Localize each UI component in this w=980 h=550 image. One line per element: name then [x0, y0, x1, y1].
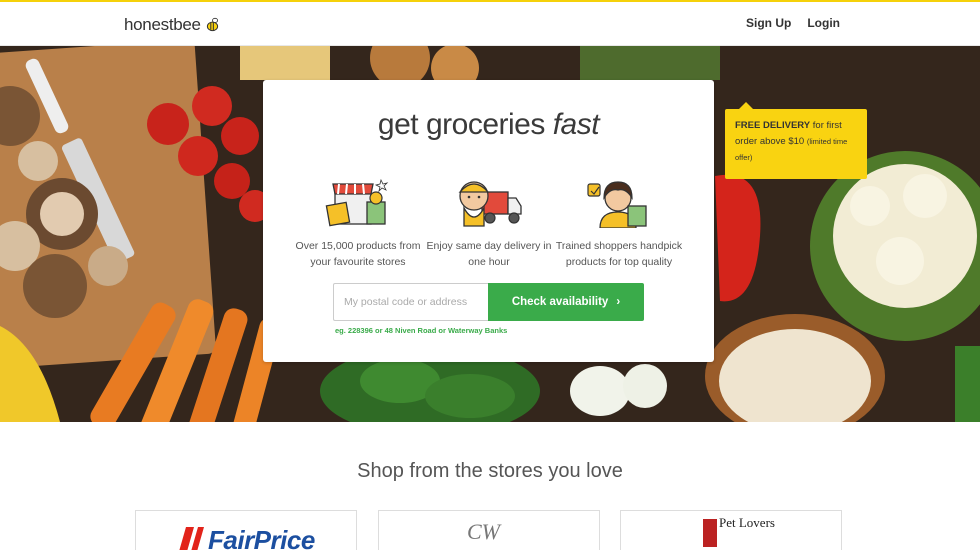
- headline-main: get groceries: [377, 108, 545, 141]
- store-name-cw: CW: [467, 519, 500, 544]
- header-nav: Sign Up Login: [746, 16, 840, 30]
- stores-heading: Shop from the stores you love: [357, 460, 623, 482]
- logo[interactable]: honestbee: [124, 15, 221, 35]
- check-availability-button[interactable]: Check availability ›: [488, 283, 644, 321]
- store-icon: [325, 178, 389, 227]
- postal-hint: eg. 228396 or 48 Niven Road or Waterway …: [335, 326, 508, 335]
- feature-products: Over 15,000 products from your favourite…: [293, 176, 423, 270]
- store-name-petlovers: Pet Lovers: [719, 515, 775, 530]
- bee-icon: [206, 17, 218, 31]
- feature-text: Trained shoppers handpick products for t…: [555, 240, 683, 268]
- login-link[interactable]: Login: [807, 16, 840, 30]
- feature-text: Enjoy same day delivery in one hour: [426, 240, 552, 268]
- store-card-petlovers[interactable]: Pet Lovers: [620, 510, 842, 550]
- headline-emphasis: fast: [552, 108, 600, 141]
- postal-code-input[interactable]: [333, 283, 488, 321]
- chevron-right-icon: ›: [616, 296, 621, 308]
- promo-title: FREE DELIVERY: [735, 120, 811, 131]
- store-card-cw[interactable]: CW: [378, 510, 600, 550]
- signup-card: get groceries fast Over 15,000 products …: [263, 80, 714, 362]
- signup-link[interactable]: Sign Up: [746, 16, 791, 30]
- feature-delivery: Enjoy same day delivery in one hour: [424, 176, 554, 270]
- check-availability-label: Check availability: [511, 296, 609, 308]
- free-delivery-banner: FREE DELIVERY for first order above $10 …: [725, 102, 867, 179]
- shopper-icon: [587, 181, 647, 228]
- logo-text: honestbee: [124, 15, 201, 34]
- page-title: get groceries fast: [263, 108, 714, 142]
- petlovers-logo-mark: [703, 519, 717, 547]
- delivery-truck-icon: [458, 181, 522, 227]
- feature-shoppers: Trained shoppers handpick products for t…: [554, 176, 684, 270]
- fairprice-logo: [179, 527, 204, 550]
- site-header: honestbee Sign Up Login: [0, 2, 980, 46]
- store-name-fairprice: FairPrice: [208, 525, 315, 550]
- store-card-fairprice[interactable]: FairPrice: [135, 510, 357, 550]
- feature-text: Over 15,000 products from your favourite…: [295, 240, 421, 268]
